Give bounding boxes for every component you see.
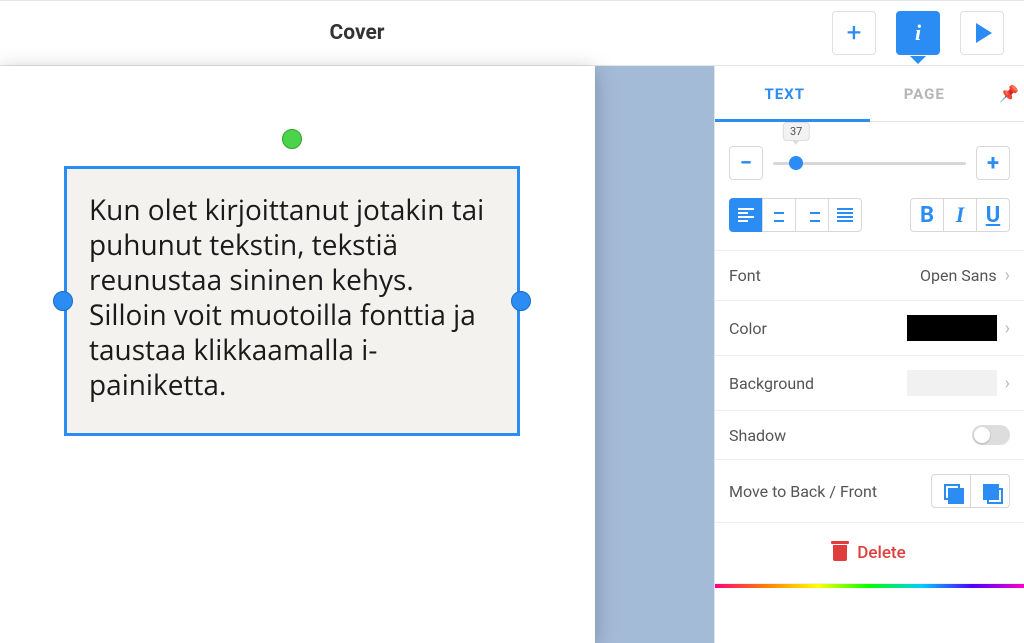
textbox-content[interactable]: Kun olet kirjoittanut jotakin tai puhunu… bbox=[64, 166, 520, 436]
trash-icon bbox=[833, 545, 847, 561]
shadow-row: Shadow bbox=[715, 411, 1024, 460]
add-button[interactable] bbox=[832, 11, 876, 55]
send-back-icon bbox=[944, 484, 958, 498]
bold-button[interactable]: B bbox=[910, 198, 944, 232]
chevron-right-icon: › bbox=[1005, 373, 1010, 394]
align-right-icon bbox=[804, 208, 820, 222]
rainbow-divider bbox=[715, 584, 1024, 588]
resize-handle-left[interactable] bbox=[53, 291, 73, 311]
play-icon bbox=[976, 23, 992, 43]
chevron-right-icon: › bbox=[1005, 265, 1010, 286]
font-size-row: − 37 + bbox=[715, 122, 1024, 198]
delete-button[interactable]: Delete bbox=[715, 523, 1024, 584]
underline-button[interactable]: U bbox=[976, 198, 1010, 232]
align-center-button[interactable] bbox=[762, 198, 796, 232]
sidebar-tabs: TEXT PAGE 📌 bbox=[715, 66, 1024, 122]
background-row[interactable]: Background › bbox=[715, 356, 1024, 411]
canvas-page[interactable]: Kun olet kirjoittanut jotakin tai puhunu… bbox=[0, 66, 595, 643]
font-size-slider[interactable]: 37 bbox=[773, 146, 966, 180]
delete-label: Delete bbox=[857, 543, 905, 563]
play-button[interactable] bbox=[960, 11, 1004, 55]
align-left-icon bbox=[738, 208, 754, 222]
textbox-selection[interactable]: Kun olet kirjoittanut jotakin tai puhunu… bbox=[64, 166, 520, 436]
chevron-right-icon: › bbox=[1005, 318, 1010, 339]
decrease-size-button[interactable]: − bbox=[729, 146, 763, 180]
move-label: Move to Back / Front bbox=[729, 482, 877, 501]
move-row: Move to Back / Front bbox=[715, 460, 1024, 523]
resize-handle-right[interactable] bbox=[511, 291, 531, 311]
workspace: Kun olet kirjoittanut jotakin tai puhunu… bbox=[0, 66, 714, 643]
slider-track bbox=[773, 162, 966, 165]
inspector-sidebar: TEXT PAGE 📌 − 37 + bbox=[714, 66, 1024, 643]
send-to-back-button[interactable] bbox=[931, 474, 971, 508]
increase-size-button[interactable]: + bbox=[976, 146, 1010, 180]
page-title: Cover bbox=[0, 21, 714, 45]
slider-thumb[interactable] bbox=[789, 156, 803, 170]
topbar: Cover i bbox=[0, 0, 1024, 66]
info-icon: i bbox=[915, 20, 921, 46]
background-swatch bbox=[907, 370, 997, 396]
tab-page[interactable]: PAGE bbox=[855, 85, 995, 103]
align-center-icon bbox=[771, 208, 787, 222]
align-justify-icon bbox=[837, 208, 853, 222]
inspector-button[interactable]: i bbox=[896, 11, 940, 55]
format-row: B I U bbox=[715, 198, 1024, 251]
bring-to-front-button[interactable] bbox=[970, 474, 1010, 508]
bring-front-icon bbox=[983, 484, 997, 498]
align-justify-button[interactable] bbox=[828, 198, 862, 232]
font-value: Open Sans bbox=[920, 266, 997, 285]
shadow-label: Shadow bbox=[729, 426, 786, 445]
alignment-group bbox=[729, 198, 862, 232]
color-row[interactable]: Color › bbox=[715, 301, 1024, 356]
slider-value: 37 bbox=[783, 122, 809, 141]
style-group: B I U bbox=[910, 198, 1010, 232]
color-label: Color bbox=[729, 319, 767, 338]
pin-icon[interactable]: 📌 bbox=[994, 84, 1024, 103]
color-swatch bbox=[907, 315, 997, 341]
move-buttons bbox=[931, 474, 1010, 508]
shadow-toggle[interactable] bbox=[972, 425, 1010, 445]
align-left-button[interactable] bbox=[729, 198, 763, 232]
rotate-handle[interactable] bbox=[282, 129, 302, 149]
tab-text[interactable]: TEXT bbox=[715, 85, 855, 103]
align-right-button[interactable] bbox=[795, 198, 829, 232]
panel-body: − 37 + bbox=[715, 122, 1024, 588]
font-row[interactable]: Font Open Sans › bbox=[715, 251, 1024, 301]
background-label: Background bbox=[729, 374, 814, 393]
topbar-buttons: i bbox=[832, 11, 1004, 55]
plus-icon bbox=[847, 18, 862, 48]
font-label: Font bbox=[729, 266, 761, 285]
italic-button[interactable]: I bbox=[943, 198, 977, 232]
